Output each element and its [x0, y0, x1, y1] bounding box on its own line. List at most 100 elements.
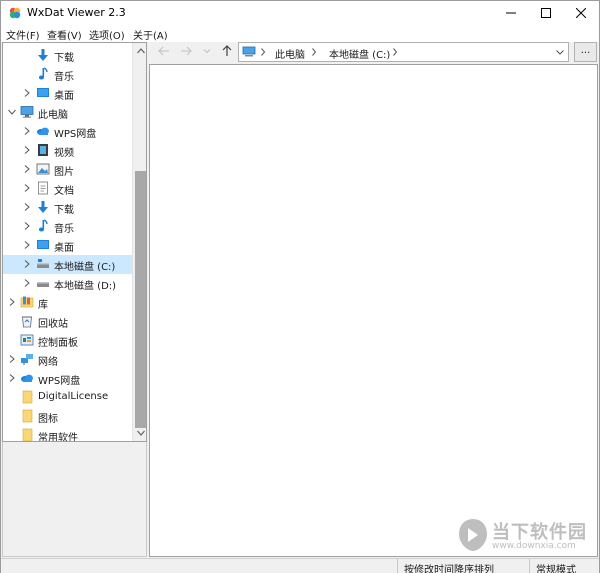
- close-icon: [576, 8, 586, 18]
- menu-options[interactable]: 选项(O): [89, 27, 125, 42]
- chevron-right-icon[interactable]: [23, 89, 31, 97]
- scroll-down-button[interactable]: [133, 425, 146, 441]
- computer-icon: [20, 106, 34, 118]
- tree-item-label: WPS网盘: [54, 129, 97, 140]
- chevron-right-icon[interactable]: [8, 355, 16, 363]
- breadcrumb-this-pc[interactable]: 此电脑: [275, 46, 305, 61]
- close-button[interactable]: [558, 1, 600, 25]
- chevron-right-icon[interactable]: [310, 47, 318, 57]
- tree-item-this-pc[interactable]: 此电脑: [3, 103, 133, 122]
- folder-icon: [22, 409, 33, 423]
- watermark-logo-icon: [459, 519, 487, 551]
- status-view-mode: 常规模式: [536, 565, 576, 573]
- chevron-right-icon[interactable]: [23, 203, 31, 211]
- tree-item-music[interactable]: 音乐: [3, 65, 133, 84]
- browse-button[interactable]: ...: [574, 42, 597, 62]
- drive-icon: [37, 282, 49, 287]
- tree-item-network[interactable]: 网络: [3, 350, 133, 369]
- tree-item-label: 常用软件: [38, 433, 78, 442]
- tree-item-digital-license[interactable]: DigitalLicense: [3, 388, 133, 407]
- cloud-icon: [21, 374, 33, 382]
- back-button[interactable]: [157, 44, 171, 58]
- tree-scrollbar[interactable]: [132, 43, 146, 441]
- chevron-right-icon[interactable]: [23, 222, 31, 230]
- minimize-icon: [506, 12, 516, 14]
- chevron-right-icon[interactable]: [23, 127, 31, 135]
- chevron-down-icon[interactable]: [8, 108, 16, 116]
- chevron-up-icon: [136, 48, 145, 54]
- tree-item-downloads-pc[interactable]: 下载: [3, 198, 133, 217]
- chevron-right-icon[interactable]: [8, 298, 16, 306]
- chevron-right-icon[interactable]: [259, 47, 267, 57]
- arrow-right-icon: [181, 46, 192, 56]
- tree-item-label: 桌面: [54, 243, 74, 254]
- download-arrow-icon: [38, 201, 48, 213]
- address-bar[interactable]: 此电脑 本地磁盘 (C:): [238, 42, 569, 62]
- app-window: WxDat Viewer 2.3 文件(F) 查看(V) 选项(O) 关于(A)…: [0, 0, 600, 573]
- menu-about[interactable]: 关于(A): [133, 27, 168, 42]
- tree-item-label: 音乐: [54, 224, 74, 235]
- tree-item-label: 本地磁盘 (C:): [54, 262, 116, 273]
- file-list[interactable]: [149, 64, 598, 557]
- tree-item-label: 下载: [54, 205, 74, 216]
- breadcrumb-drive-c[interactable]: 本地磁盘 (C:): [329, 46, 390, 61]
- maximize-icon: [541, 8, 551, 18]
- chevron-right-icon[interactable]: [391, 47, 399, 57]
- tree-item-wps-cloud-root[interactable]: WPS网盘: [3, 369, 133, 388]
- chevron-down-icon: [203, 49, 211, 54]
- tree-item-pictures[interactable]: 图片: [3, 160, 133, 179]
- folder-icon: [22, 390, 33, 404]
- menu-file[interactable]: 文件(F): [6, 27, 40, 42]
- tree-item-label: 回收站: [38, 319, 68, 330]
- music-note-icon: [38, 219, 48, 232]
- tree-item-desktop-pc[interactable]: 桌面: [3, 236, 133, 255]
- folder-tree[interactable]: 下载 音乐 桌面 此电脑 WPS网盘 视频 图片 文档 下载 音乐 桌面 本地磁…: [2, 42, 147, 442]
- chevron-right-icon[interactable]: [23, 279, 31, 287]
- tree-item-drive-d[interactable]: 本地磁盘 (D:): [3, 274, 133, 293]
- tree-item-downloads[interactable]: 下载: [3, 46, 133, 65]
- left-panel-footer: [2, 442, 147, 557]
- tree-item-common-software[interactable]: 常用软件: [3, 426, 133, 442]
- recent-locations-button[interactable]: [200, 44, 214, 58]
- scroll-thumb[interactable]: [135, 171, 146, 428]
- tree-item-label: 库: [38, 300, 48, 311]
- tree-item-music-pc[interactable]: 音乐: [3, 217, 133, 236]
- tree-item-control-panel[interactable]: 控制面板: [3, 331, 133, 350]
- scroll-up-button[interactable]: [133, 43, 146, 59]
- video-icon: [38, 144, 48, 156]
- up-button[interactable]: [220, 44, 234, 58]
- tree-item-documents[interactable]: 文档: [3, 179, 133, 198]
- tree-item-label: 音乐: [54, 72, 74, 83]
- tree-item-desktop[interactable]: 桌面: [3, 84, 133, 103]
- chevron-right-icon[interactable]: [23, 260, 31, 268]
- desktop-icon: [37, 88, 49, 97]
- cloud-icon: [37, 127, 49, 135]
- chevron-right-icon[interactable]: [23, 184, 31, 192]
- tree-item-recycle-bin[interactable]: 回收站: [3, 312, 133, 331]
- tree-item-label: 图标: [38, 414, 58, 425]
- music-note-icon: [38, 67, 48, 80]
- tree-item-videos[interactable]: 视频: [3, 141, 133, 160]
- recycle-bin-icon: [22, 316, 32, 328]
- tree-item-label: 此电脑: [38, 110, 68, 121]
- tree-item-icons-folder[interactable]: 图标: [3, 407, 133, 426]
- chevron-right-icon[interactable]: [23, 146, 31, 154]
- drive-icon: [37, 259, 49, 268]
- menu-view[interactable]: 查看(V): [47, 27, 82, 42]
- folder-icon: [22, 428, 33, 441]
- forward-button[interactable]: [179, 44, 193, 58]
- tree-item-drive-c[interactable]: 本地磁盘 (C:): [3, 255, 133, 274]
- tree-item-label: WPS网盘: [38, 376, 81, 387]
- chevron-right-icon[interactable]: [23, 241, 31, 249]
- tree-item-label: 桌面: [54, 91, 74, 102]
- watermark: 当下软件园 www.downxia.com: [456, 516, 596, 558]
- chevron-right-icon[interactable]: [23, 165, 31, 173]
- document-icon: [38, 181, 48, 195]
- library-icon: [20, 296, 34, 308]
- tree-item-libraries[interactable]: 库: [3, 293, 133, 312]
- tree-item-wps-cloud[interactable]: WPS网盘: [3, 122, 133, 141]
- chevron-down-icon[interactable]: [555, 47, 565, 57]
- chevron-right-icon[interactable]: [8, 374, 16, 382]
- title-bar[interactable]: WxDat Viewer 2.3: [1, 1, 599, 25]
- tree-item-label: 下载: [54, 53, 74, 64]
